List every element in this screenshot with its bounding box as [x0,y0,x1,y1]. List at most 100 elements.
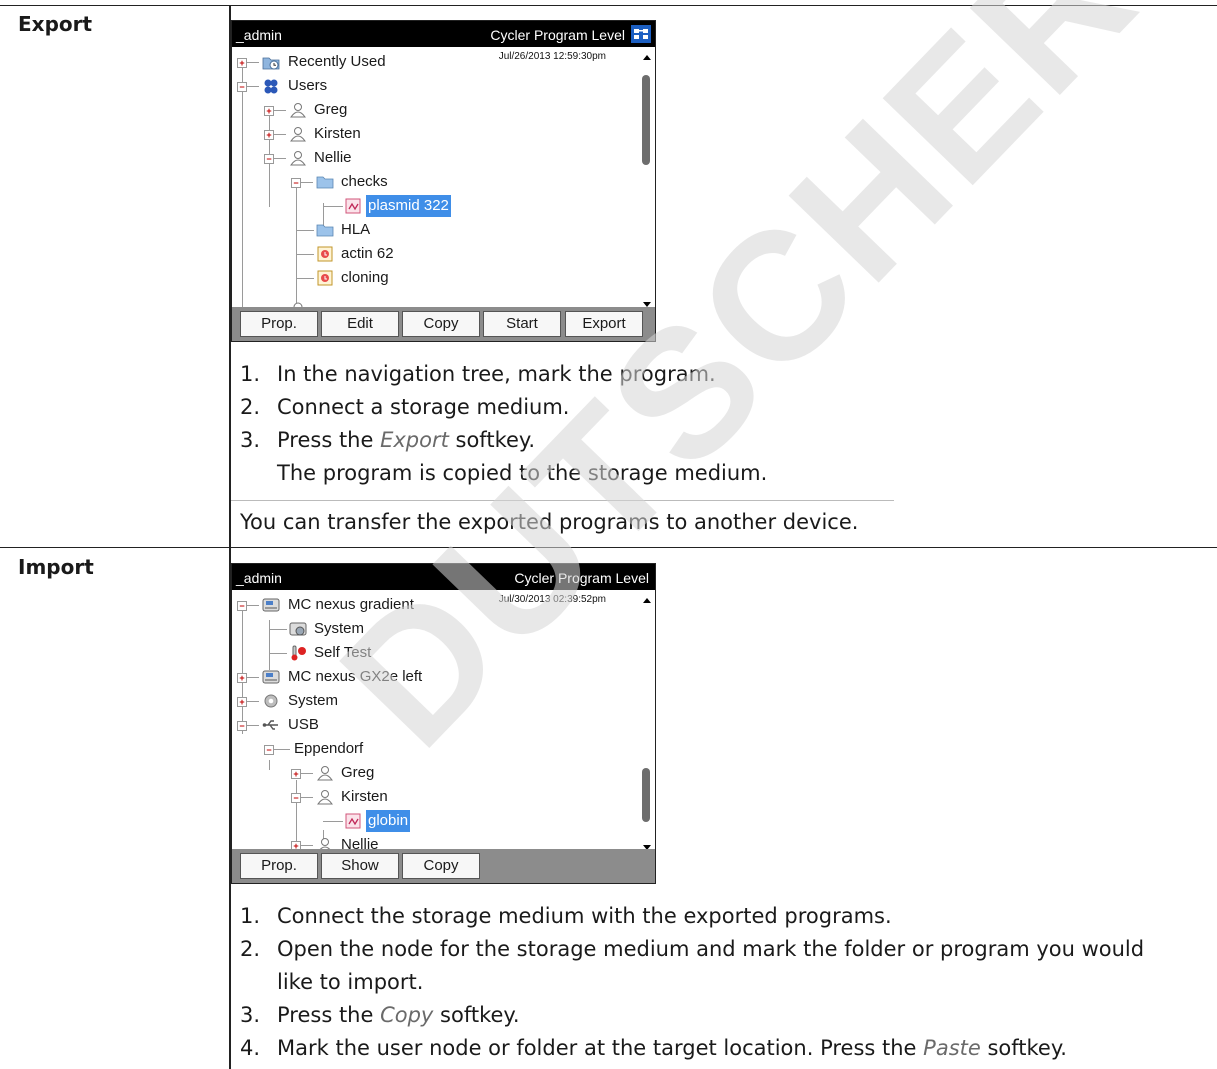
tree-item-label: Kirsten [314,125,361,142]
folder-icon [316,176,334,189]
tree-item-eppendorf[interactable]: − Eppendorf [232,738,632,760]
user-icon [317,790,333,805]
tree-item-label: Eppendorf [294,740,364,757]
export-device-screen: _admin Cycler Program Level + Recently U… [231,20,656,342]
folder-icon [316,224,334,237]
tree-item-globin[interactable]: globin [232,810,632,832]
softkey-reference: Copy [380,1003,434,1027]
users-icon [264,79,278,94]
program-level: Cycler Program Level [490,27,625,43]
user-name: _admin [236,27,282,43]
tree-item-label: MC nexus gradient [288,596,414,613]
scrollbar[interactable] [639,47,655,311]
table-top-rule [0,5,1217,6]
tree-item-label: checks [341,173,388,190]
user-icon [290,151,306,166]
show-softkey[interactable]: Show [321,853,399,879]
collapse-icon[interactable]: − [291,178,301,188]
gradient-program-icon [345,813,361,829]
prop-softkey[interactable]: Prop. [240,853,318,879]
date-time: Jul/30/2013 02:39:52pm [498,594,606,605]
start-softkey[interactable]: Start [483,311,561,337]
note-divider [231,500,894,501]
program-level: Cycler Program Level [514,570,649,586]
tree-item-cloning[interactable]: cloning [232,267,632,289]
tree-item-checks[interactable]: − checks [232,171,632,193]
tree-item-plasmid-322[interactable]: plasmid 322 [232,195,632,217]
navigation-tree[interactable]: − MC nexus gradient Jul/30/2013 02:39:52… [232,590,642,854]
system-settings-icon [289,622,307,636]
tree-item-label: cloning [341,269,389,286]
import-heading: Import [18,555,94,579]
user-name: _admin [236,570,282,586]
expand-icon[interactable]: + [237,673,247,683]
scroll-up-arrow-icon[interactable] [643,598,651,603]
date-time: Jul/26/2013 12:59:30pm [498,51,606,62]
softkey-bar: Prop. Show Copy [232,849,655,883]
cycler-icon [262,598,280,612]
level-icon [631,25,651,43]
tree-item-greg[interactable]: + Greg [232,99,632,121]
softkey-bar: Prop. Edit Copy Start Export [232,307,655,341]
tree-item-label: System [288,692,339,709]
copy-softkey[interactable]: Copy [402,853,480,879]
softkey-reference: Paste [923,1036,981,1060]
copy-softkey[interactable]: Copy [402,311,480,337]
gear-icon [264,694,278,708]
title-bar: _admin Cycler Program Level [232,21,655,47]
tree-item-label: HLA [341,221,371,238]
collapse-icon[interactable]: − [264,745,274,755]
expand-icon[interactable]: + [237,697,247,707]
export-softkey[interactable]: Export [565,311,643,337]
scroll-thumb[interactable] [642,768,650,822]
cycler-icon [262,670,280,684]
tree-item-mc-nexus-gx2e-left[interactable]: + MC nexus GX2e left [232,666,632,688]
collapse-icon[interactable]: − [237,601,247,611]
prop-softkey[interactable]: Prop. [240,311,318,337]
tree-item-kirsten[interactable]: + Kirsten [232,123,632,145]
program-icon [317,270,333,286]
tree-item-usb[interactable]: − USB [232,714,632,736]
usb-icon [262,720,278,730]
edit-softkey[interactable]: Edit [321,311,399,337]
tree-item-users[interactable]: − Users [232,75,632,97]
collapse-icon[interactable]: − [237,82,247,92]
tree-item-label: actin 62 [341,245,394,262]
tree-item-greg[interactable]: + Greg [232,762,632,784]
self-test-icon [291,645,306,661]
softkey-reference: Export [380,428,449,452]
gradient-program-icon [345,198,361,214]
tree-item-system[interactable]: + System [232,690,632,712]
program-icon [317,246,333,262]
tree-item-label: plasmid 322 [366,195,451,217]
collapse-icon[interactable]: − [291,793,301,803]
tree-item-label: Users [288,77,328,94]
tree-item-nellie[interactable]: − Nellie [232,147,632,169]
user-icon [317,766,333,781]
scrollbar[interactable] [639,590,655,854]
expand-icon[interactable]: + [237,58,247,68]
expand-icon[interactable]: + [264,130,274,140]
row-divider [0,547,1217,548]
export-heading: Export [18,12,93,36]
tree-item-kirsten[interactable]: − Kirsten [232,786,632,808]
tree-item-hla[interactable]: HLA [232,219,632,241]
expand-icon[interactable]: + [264,106,274,116]
collapse-icon[interactable]: − [264,154,274,164]
tree-item-system[interactable]: System [232,618,632,640]
tree-item-label: Recently Used [288,53,386,70]
collapse-icon[interactable]: − [237,721,247,731]
user-icon [290,127,306,142]
tree-item-actin-62[interactable]: actin 62 [232,243,632,265]
recently-used-icon [262,57,280,70]
scroll-thumb[interactable] [642,75,650,165]
expand-icon[interactable]: + [291,769,301,779]
tree-item-self-test[interactable]: Self Test [232,642,632,664]
tree-item-label: Greg [341,764,375,781]
tree-item-label: Self Test [314,644,372,661]
scroll-up-arrow-icon[interactable] [643,55,651,60]
user-icon [290,103,306,118]
export-note: You can transfer the exported programs t… [240,510,859,534]
navigation-tree[interactable]: + Recently Used Jul/26/2013 12:59:30pm −… [232,47,642,311]
tree-item-label: System [314,620,365,637]
